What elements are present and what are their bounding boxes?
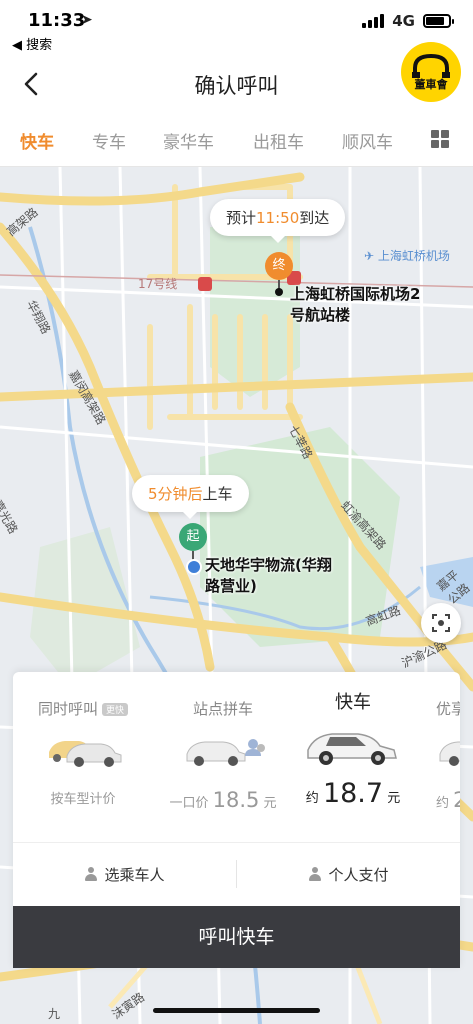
dongchehui-logo: 董車會	[401, 42, 461, 102]
eta-bubble: 预计11:50到达	[210, 199, 346, 243]
ride-option-name-text: 同时呼叫	[37, 700, 98, 718]
location-arrow-icon: ➤	[81, 12, 93, 28]
ride-option-youxiang[interactable]: 优享 约 2	[428, 672, 460, 842]
end-dot	[275, 288, 283, 296]
status-indicators: 4G	[362, 12, 454, 30]
map-label-jiu: 九	[48, 1007, 61, 1021]
price-value: 18.7	[322, 778, 384, 809]
ride-option-kuaiche[interactable]: 快车 约 18.7 元	[278, 672, 428, 842]
logo-text: 董車會	[414, 78, 448, 91]
premium-car-icon	[439, 741, 460, 766]
price-unit: 元	[387, 791, 401, 806]
eta-time: 11:50	[256, 209, 300, 227]
price-prefix: 约	[305, 791, 319, 806]
origin-line2: 路营业)	[205, 577, 257, 595]
start-pin-icon: 起	[179, 523, 207, 551]
ride-option-zhandian[interactable]: 站点拼车 一口价 18.5 元	[153, 672, 293, 842]
call-kuaiche-button[interactable]: 呼叫快车	[13, 906, 460, 968]
destination-line1: 上海虹桥国际机场2	[290, 285, 421, 303]
payment-method-label: 个人支付	[328, 865, 389, 884]
origin-label: 天地华宇物流(华翔 路营业)	[205, 555, 332, 597]
select-passenger-label: 选乘车人	[104, 865, 165, 884]
tab-kuaiche[interactable]: 快车	[20, 128, 54, 153]
ride-option-price: 约 2	[436, 788, 460, 812]
airplane-icon: ✈	[364, 249, 378, 263]
ride-option-name: 同时呼叫 更快	[13, 698, 153, 719]
battery-icon	[423, 14, 454, 28]
price-prefix: 约	[436, 796, 450, 811]
sedan-car-icon	[307, 733, 397, 765]
start-dot	[186, 559, 202, 575]
battery-level	[426, 17, 444, 25]
back-to-search-link[interactable]: ◀ 搜索	[12, 34, 52, 53]
airport-label-text: 上海虹桥机场	[377, 249, 450, 263]
map-label-line17: 17号线	[138, 277, 178, 291]
payer-icon	[308, 867, 322, 881]
price-value: 2	[453, 788, 460, 812]
pickup-time: 5分钟后	[148, 485, 203, 503]
ride-option-name: 站点拼车	[192, 700, 253, 718]
person-icon	[84, 867, 98, 881]
home-indicator[interactable]	[153, 1008, 320, 1013]
signal-icon	[362, 14, 385, 28]
eta-suffix: 到达	[299, 209, 330, 227]
faster-tag: 更快	[102, 703, 129, 716]
tab-shunfengche[interactable]: 顺风车	[342, 128, 393, 153]
ride-options-card: 同时呼叫 更快 按车型计价 站点拼车 一口价 18.5 元 快车 约 18.7 元	[13, 672, 460, 968]
multi-car-icon	[49, 741, 122, 767]
car-type-tabs: 快车 专车 豪华车 出租车 顺风车	[0, 112, 473, 167]
pickup-bubble: 5分钟后上车	[132, 475, 249, 519]
ride-option-name: 快车	[335, 692, 371, 713]
locate-icon	[432, 614, 450, 632]
end-pin-icon: 终	[265, 252, 293, 280]
ride-option-price: 一口价 18.5 元	[153, 788, 293, 812]
tab-zhuanche[interactable]: 专车	[92, 128, 126, 153]
airport-label: ✈ 上海虹桥机场	[364, 247, 450, 264]
destination-label: 上海虹桥国际机场2 号航站楼	[290, 284, 420, 326]
pickup-suffix: 上车	[202, 485, 233, 503]
origin-line1: 天地华宇物流(华翔	[205, 556, 332, 574]
network-type: 4G	[392, 12, 415, 30]
ride-option-price: 约 18.7 元	[278, 778, 428, 809]
payment-method-button[interactable]: 个人支付	[237, 842, 460, 906]
price-prefix: 一口价	[169, 796, 209, 811]
tab-chuzuche[interactable]: 出租车	[253, 128, 304, 153]
ride-option-price: 按车型计价	[50, 792, 116, 807]
price-unit: 元	[263, 796, 277, 811]
more-grid-icon[interactable]	[431, 130, 449, 148]
price-value: 18.5	[212, 788, 260, 812]
status-time: 11:33	[28, 10, 86, 31]
carpool-car-icon	[186, 739, 265, 766]
locate-me-button[interactable]	[421, 603, 461, 643]
tab-haohuache[interactable]: 豪华车	[163, 128, 214, 153]
select-passenger-button[interactable]: 选乘车人	[13, 842, 236, 906]
ride-option-tongshi[interactable]: 同时呼叫 更快 按车型计价	[13, 672, 153, 842]
destination-line2: 号航站楼	[290, 306, 351, 324]
ride-option-name: 优享	[436, 700, 460, 718]
eta-prefix: 预计	[226, 209, 257, 227]
